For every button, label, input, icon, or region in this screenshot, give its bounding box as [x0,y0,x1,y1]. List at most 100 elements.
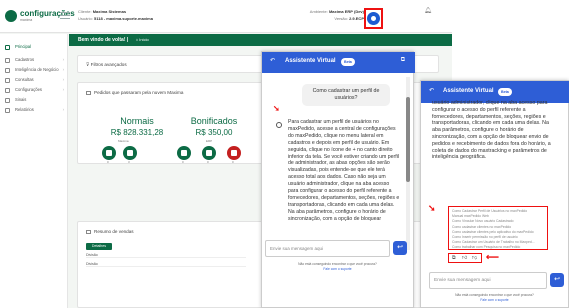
signal-icon [5,98,10,103]
sales-title: Resumo de vendas [86,229,134,234]
list-icon [5,58,10,63]
chat-title: Assistente Virtual [285,58,336,64]
sidebar-item-label: Relatórios [15,107,34,112]
bonificados-metric: Bonificados R$ 350,00 [182,116,246,137]
cloud-icon [177,146,191,160]
orders-title: Pedidos que passaram pela nuvem Maxima [86,90,183,95]
beta-badge: Beta [498,88,512,96]
version-value: 2.9.ECP [349,16,364,21]
sidebar-item-sinais[interactable]: Sinais [0,95,68,105]
bot-message-continued: usuário administrador, clique na aba ace… [432,100,551,161]
chevron-right-icon: › [62,87,64,92]
error-icon [227,146,241,160]
environment-info: Ambiente: Maxima ERP (Dev) [310,9,364,14]
cloud-icon [102,146,116,160]
sidebar-item-relatorios[interactable]: Relatórios › [0,105,68,115]
sales-title-text: Resumo de vendas [94,229,134,234]
normais-label: Normais [120,116,154,126]
scrollbar-thumb[interactable] [406,97,410,182]
logo-subtext: maxima [20,18,33,22]
client-name: Maxima Sistemas [92,9,127,14]
send-button[interactable]: ↩ [393,241,407,255]
assistant-launch-button[interactable] [367,12,380,25]
chat-zoom-message-input[interactable]: Envie sua mensagem aqui [429,272,547,289]
filters-label: Filtros avançados [90,62,127,67]
support-link[interactable]: Fale com o suporte [420,298,569,302]
chevron-right-icon: › [62,67,64,72]
normais-metric: Normais R$ 828.331,28 [104,116,170,137]
search-icon [5,78,10,83]
logo-mark-icon [5,10,17,22]
support-hint: Não está conseguindo encontrar o que voc… [298,262,377,266]
expand-icon[interactable]: ⧉ [401,57,405,64]
menu-toggle-icon[interactable] [60,12,70,19]
version-label: Versão: [334,16,348,21]
sidebar-item-label: Sinais [15,97,27,102]
sidebar-item-configuracoes[interactable]: Configurações › [0,85,68,95]
sidebar-item-principal[interactable]: Principal [0,42,68,52]
bonificados-label: Bonificados [190,116,238,126]
sidebar-item-consultas[interactable]: Consultas › [0,75,68,85]
suggestion-link[interactable]: Como trabalhar com Pesquisa no maxPedido [452,245,548,250]
count-value: 0 [182,160,184,164]
count-value: 0 [107,160,109,164]
gear-icon [5,88,10,93]
feedback-buttons: ⧉ 👍︎ 👎︎ [448,253,482,263]
annotation-arrow: ➘ [428,203,436,213]
app-logo[interactable]: configurações maxima [5,9,75,23]
chevron-right-icon: › [62,107,64,112]
sidebar: Principal Cadastros › Inteligência de Ne… [0,34,68,308]
count-value: 3 [128,160,130,164]
chat-scrollbar[interactable] [406,77,410,250]
check-icon [202,146,216,160]
chevron-right-icon: › [62,77,64,82]
version-info: Versão: 2.9.ECP [334,16,364,21]
lock-icon [123,146,137,160]
report-icon [5,108,10,113]
chat-header: ↶ Assistente Virtual Beta ⧉ [262,52,415,73]
back-icon[interactable]: ↶ [429,87,434,94]
chat-zoom-title: Assistente Virtual [443,88,494,94]
copy-icon[interactable]: ⧉ [452,255,456,261]
breadcrumb[interactable]: ⌂ Início [136,37,149,42]
suggestion-list: Como Cadastrar Perfil de Usuários no max… [452,209,548,251]
erp-label: ERP [206,139,213,143]
sidebar-item-label: Cadastros [15,57,35,62]
chart-icon [86,229,91,234]
thumbs-up-icon[interactable]: 👍︎ [462,255,467,261]
welcome-bar: Bem vindo de volta! | ⌂ Início [69,34,452,46]
count-value: 0 [207,160,209,164]
user-info: Usuário: 5118 - maxima.suporte.maxima [78,16,153,21]
sidebar-item-label: Inteligência de Negócio [15,67,59,72]
sidebar-item-cadastros[interactable]: Cadastros › [0,55,68,65]
maxima-label: Maxima [118,139,129,143]
detalhes-button[interactable]: Detalhes [86,243,112,250]
bonificados-value: R$ 350,00 [195,128,233,137]
sidebar-item-label: Configurações [15,87,43,92]
thumbs-down-icon[interactable]: 👎︎ [472,255,477,261]
bot-avatar-icon [276,122,282,128]
count-value: 0 [232,160,234,164]
support-link[interactable]: Fale com o suporte [261,267,414,271]
send-button[interactable]: ↩ [550,273,564,287]
notification-bell-icon[interactable]: 🔔︎ [424,7,432,14]
environment-label: Ambiente: [309,9,328,14]
annotation-arrow: ➘ [273,104,280,113]
user-value: 5118 - maxima.suporte.maxima [94,16,153,21]
sidebar-item-label: Consultas [15,77,34,82]
sidebar-item-inteligencia[interactable]: Inteligência de Negócio › [0,65,68,75]
user-message: Como cadastrar um perfil de usuários? [302,84,390,106]
back-icon[interactable]: ↶ [270,57,275,64]
home-icon [5,45,10,50]
filters-title: ⊽ Filtros avançados [86,62,127,68]
cart-icon [86,90,91,95]
annotation-arrow: ⟵ [486,252,499,262]
pin-icon [5,68,10,73]
normais-value: R$ 828.331,28 [110,128,164,137]
orders-title-text: Pedidos que passaram pela nuvem Maxima [94,90,184,95]
table-row: Divisão [86,262,246,267]
client-info: Cliente: Maxima Sistemas [78,9,126,14]
chat-message-input[interactable]: Envie sua mensagem aqui [265,240,390,257]
environment-value: Maxima ERP (Dev) [328,9,364,14]
sidebar-item-label: Principal [15,44,32,49]
